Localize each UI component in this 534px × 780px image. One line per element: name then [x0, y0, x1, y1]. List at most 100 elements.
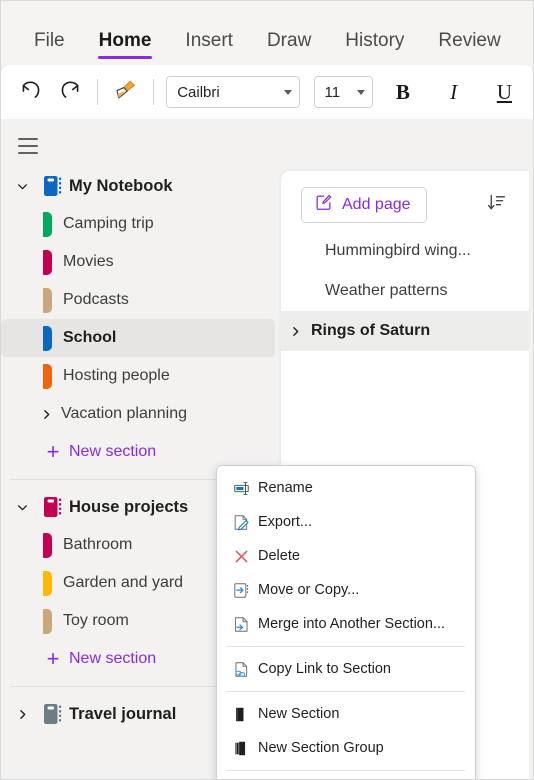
page-title: Hummingbird wing...: [325, 242, 471, 259]
notebook-label: Travel journal: [69, 704, 177, 723]
redo-button[interactable]: [50, 72, 89, 112]
context-menu-item[interactable]: Rename: [217, 471, 475, 505]
context-menu-item-label: Rename: [258, 480, 313, 496]
context-menu-item[interactable]: Export...: [217, 505, 475, 539]
formatting-toolbar: Cailbri 11 B I U: [1, 65, 533, 119]
section-color-swatch: [31, 532, 63, 558]
context-menu-item[interactable]: Copy Link to Section: [217, 652, 475, 686]
ribbon-tab-home[interactable]: Home: [82, 30, 169, 65]
chevron-down-icon: [283, 89, 292, 95]
add-page-button[interactable]: Add page: [301, 187, 427, 223]
plus-icon: +: [46, 439, 60, 464]
context-menu-item-label: Delete: [258, 548, 300, 564]
ribbon-tab-file[interactable]: File: [17, 30, 82, 65]
export-icon: [227, 513, 255, 532]
notebook-label: House projects: [69, 497, 189, 516]
font-family-value: Cailbri: [177, 83, 220, 101]
section-row[interactable]: Vacation planning: [1, 395, 275, 433]
section-color-swatch: [31, 249, 63, 275]
section-label: Toy room: [63, 612, 129, 629]
ribbon-tab-insert[interactable]: Insert: [168, 30, 250, 65]
chevron-down-icon[interactable]: [7, 180, 37, 193]
new-section-label: New section: [69, 443, 157, 460]
page-title: Weather patterns: [325, 282, 448, 299]
context-menu-item[interactable]: Move or Copy...: [217, 573, 475, 607]
sort-pages-button[interactable]: [479, 188, 513, 222]
section-context-menu: Rename Export... Delete Move or Copy... Merg…: [216, 465, 476, 779]
section-row[interactable]: Movies: [1, 243, 275, 281]
sort-descending-icon: [486, 192, 507, 218]
undo-icon: [18, 77, 44, 108]
font-size-select[interactable]: 11: [313, 76, 373, 108]
section-row[interactable]: Camping trip: [1, 205, 275, 243]
context-menu-item-label: Merge into Another Section...: [258, 616, 445, 632]
page-row[interactable]: Hummingbird wing...: [281, 231, 529, 271]
context-menu-item-label: Copy Link to Section: [258, 661, 391, 677]
ribbon-tab-bar: File Home Insert Draw History Review: [1, 1, 533, 65]
bold-button[interactable]: B: [384, 73, 421, 111]
hamburger-menu-icon[interactable]: [11, 129, 45, 163]
section-label: Movies: [63, 253, 114, 270]
page-list-header: Add page: [281, 171, 529, 231]
workspace: My Notebook Camping trip Movies Podcasts Sch…: [1, 119, 533, 779]
new-section-label: New section: [69, 650, 157, 667]
context-menu-item-label: Export...: [258, 514, 312, 530]
chevron-right-icon[interactable]: [31, 408, 61, 421]
context-menu-item-label: New Section Group: [258, 740, 384, 756]
chevron-down-icon[interactable]: [7, 501, 37, 514]
chevron-right-icon[interactable]: [289, 325, 311, 338]
ribbon-tab-history[interactable]: History: [328, 30, 421, 65]
delete-x-icon: [227, 547, 255, 566]
section-label: Camping trip: [63, 215, 154, 232]
context-menu-separator: [227, 770, 465, 771]
ribbon-tab-review[interactable]: Review: [421, 30, 517, 65]
notebook-icon: [37, 702, 69, 726]
font-family-select[interactable]: Cailbri: [166, 76, 300, 108]
page-row[interactable]: Weather patterns: [281, 271, 529, 311]
page-row[interactable]: Rings of Saturn: [281, 311, 529, 351]
section-label: Hosting people: [63, 367, 170, 384]
section-row[interactable]: Hosting people: [1, 357, 275, 395]
copy-link-icon: [227, 660, 255, 679]
context-menu-item[interactable]: Delete: [217, 539, 475, 573]
section-color-swatch: [31, 211, 63, 237]
rename-icon: [227, 479, 255, 498]
add-page-label: Add page: [342, 196, 411, 213]
section-label: Podcasts: [63, 291, 129, 308]
section-color-swatch: [31, 325, 63, 351]
toolbar-divider-1: [97, 79, 99, 105]
context-menu-item-label: Move or Copy...: [258, 582, 360, 598]
notebook-icon: [37, 495, 69, 519]
page-title: Rings of Saturn: [311, 322, 431, 339]
chevron-down-icon: [356, 89, 365, 95]
toolbar-divider-2: [153, 79, 155, 105]
section-row[interactable]: School: [1, 319, 275, 357]
section-color-swatch: [31, 287, 63, 313]
ribbon-tab-draw[interactable]: Draw: [250, 30, 328, 65]
context-menu-item[interactable]: New Section: [217, 697, 475, 731]
context-menu-separator: [227, 646, 465, 647]
format-painter-button[interactable]: [106, 72, 145, 112]
new-section-icon: [227, 705, 255, 724]
notebook-row[interactable]: My Notebook: [7, 167, 275, 205]
new-section-group-icon: [227, 739, 255, 758]
context-menu-item[interactable]: New Section Group: [217, 731, 475, 765]
page-list: Hummingbird wing... Weather patterns Rings…: [281, 231, 529, 351]
plus-icon: +: [46, 646, 60, 671]
chevron-right-icon[interactable]: [7, 708, 37, 721]
underline-button[interactable]: U: [486, 73, 523, 111]
format-painter-icon: [112, 76, 139, 108]
context-menu-item[interactable]: Password Protect This Section: [217, 776, 475, 779]
section-label: Garden and yard: [63, 574, 184, 591]
undo-button[interactable]: [11, 72, 50, 112]
section-row[interactable]: Podcasts: [1, 281, 275, 319]
context-menu-separator: [227, 691, 465, 692]
section-label: School: [63, 329, 117, 346]
section-group-label: Vacation planning: [61, 405, 188, 422]
notebook-label: My Notebook: [69, 176, 173, 195]
onenote-window: File Home Insert Draw History Review Cai…: [0, 0, 534, 780]
section-color-swatch: [31, 608, 63, 634]
move-or-copy-icon: [227, 581, 255, 600]
context-menu-item[interactable]: Merge into Another Section...: [217, 607, 475, 641]
italic-button[interactable]: I: [435, 73, 472, 111]
